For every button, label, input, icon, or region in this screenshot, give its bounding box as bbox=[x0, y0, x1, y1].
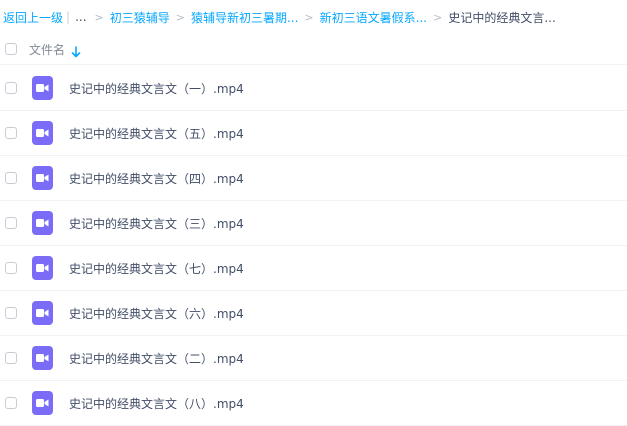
column-filename[interactable]: 文件名 bbox=[29, 41, 65, 58]
file-name[interactable]: 史记中的经典文言文（四）.mp4 bbox=[69, 170, 244, 187]
file-row[interactable]: 史记中的经典文言文（六）.mp4 bbox=[0, 291, 627, 336]
breadcrumb-item-1[interactable]: 初三猿辅导 bbox=[110, 9, 170, 26]
row-checkbox[interactable] bbox=[5, 172, 17, 184]
row-checkbox[interactable] bbox=[5, 307, 17, 319]
video-file-icon bbox=[32, 301, 53, 325]
select-all-checkbox[interactable] bbox=[5, 43, 17, 55]
file-name[interactable]: 史记中的经典文言文（三）.mp4 bbox=[69, 215, 244, 232]
file-row[interactable]: 史记中的经典文言文（七）.mp4 bbox=[0, 246, 627, 291]
file-name[interactable]: 史记中的经典文言文（五）.mp4 bbox=[69, 125, 244, 142]
video-file-icon bbox=[32, 166, 53, 190]
row-checkbox[interactable] bbox=[5, 82, 17, 94]
breadcrumb-separator: > bbox=[94, 10, 104, 24]
breadcrumb-back-link[interactable]: 返回上一级 bbox=[3, 9, 63, 26]
row-checkbox[interactable] bbox=[5, 217, 17, 229]
video-file-icon bbox=[32, 121, 53, 145]
file-name[interactable]: 史记中的经典文言文（八）.mp4 bbox=[69, 395, 244, 412]
breadcrumb-separator: > bbox=[433, 10, 443, 24]
file-row[interactable]: 史记中的经典文言文（三）.mp4 bbox=[0, 201, 627, 246]
breadcrumb-separator: > bbox=[304, 10, 314, 24]
file-list-header: 文件名 bbox=[0, 34, 627, 65]
video-file-icon bbox=[32, 211, 53, 235]
row-checkbox[interactable] bbox=[5, 397, 17, 409]
file-list: 史记中的经典文言文（一）.mp4 史记中的经典文言文（五）.mp4 史记中的经典… bbox=[0, 66, 627, 426]
breadcrumb-item-3[interactable]: 新初三语文暑假系... bbox=[320, 9, 427, 26]
file-row[interactable]: 史记中的经典文言文（五）.mp4 bbox=[0, 111, 627, 156]
breadcrumb: 返回上一级 | ... > 初三猿辅导 > 猿辅导新初三暑期... > 新初三语… bbox=[3, 8, 556, 26]
breadcrumb-ellipsis[interactable]: ... bbox=[75, 10, 86, 24]
video-file-icon bbox=[32, 256, 53, 280]
file-row[interactable]: 史记中的经典文言文（八）.mp4 bbox=[0, 381, 627, 426]
row-checkbox[interactable] bbox=[5, 127, 17, 139]
sort-arrow-down-icon[interactable] bbox=[71, 43, 81, 58]
breadcrumb-current: 史记中的经典文言... bbox=[448, 10, 556, 25]
file-row[interactable]: 史记中的经典文言文（一）.mp4 bbox=[0, 66, 627, 111]
breadcrumb-divider: | bbox=[66, 10, 71, 24]
file-name[interactable]: 史记中的经典文言文（七）.mp4 bbox=[69, 260, 244, 277]
file-row[interactable]: 史记中的经典文言文（二）.mp4 bbox=[0, 336, 627, 381]
video-file-icon bbox=[32, 76, 53, 100]
breadcrumb-item-2[interactable]: 猿辅导新初三暑期... bbox=[191, 9, 298, 26]
row-checkbox[interactable] bbox=[5, 352, 17, 364]
file-name[interactable]: 史记中的经典文言文（六）.mp4 bbox=[69, 305, 244, 322]
video-file-icon bbox=[32, 391, 53, 415]
breadcrumb-separator: > bbox=[175, 10, 185, 24]
file-name[interactable]: 史记中的经典文言文（一）.mp4 bbox=[69, 80, 244, 97]
file-name[interactable]: 史记中的经典文言文（二）.mp4 bbox=[69, 350, 244, 367]
video-file-icon bbox=[32, 346, 53, 370]
row-checkbox[interactable] bbox=[5, 262, 17, 274]
file-row[interactable]: 史记中的经典文言文（四）.mp4 bbox=[0, 156, 627, 201]
